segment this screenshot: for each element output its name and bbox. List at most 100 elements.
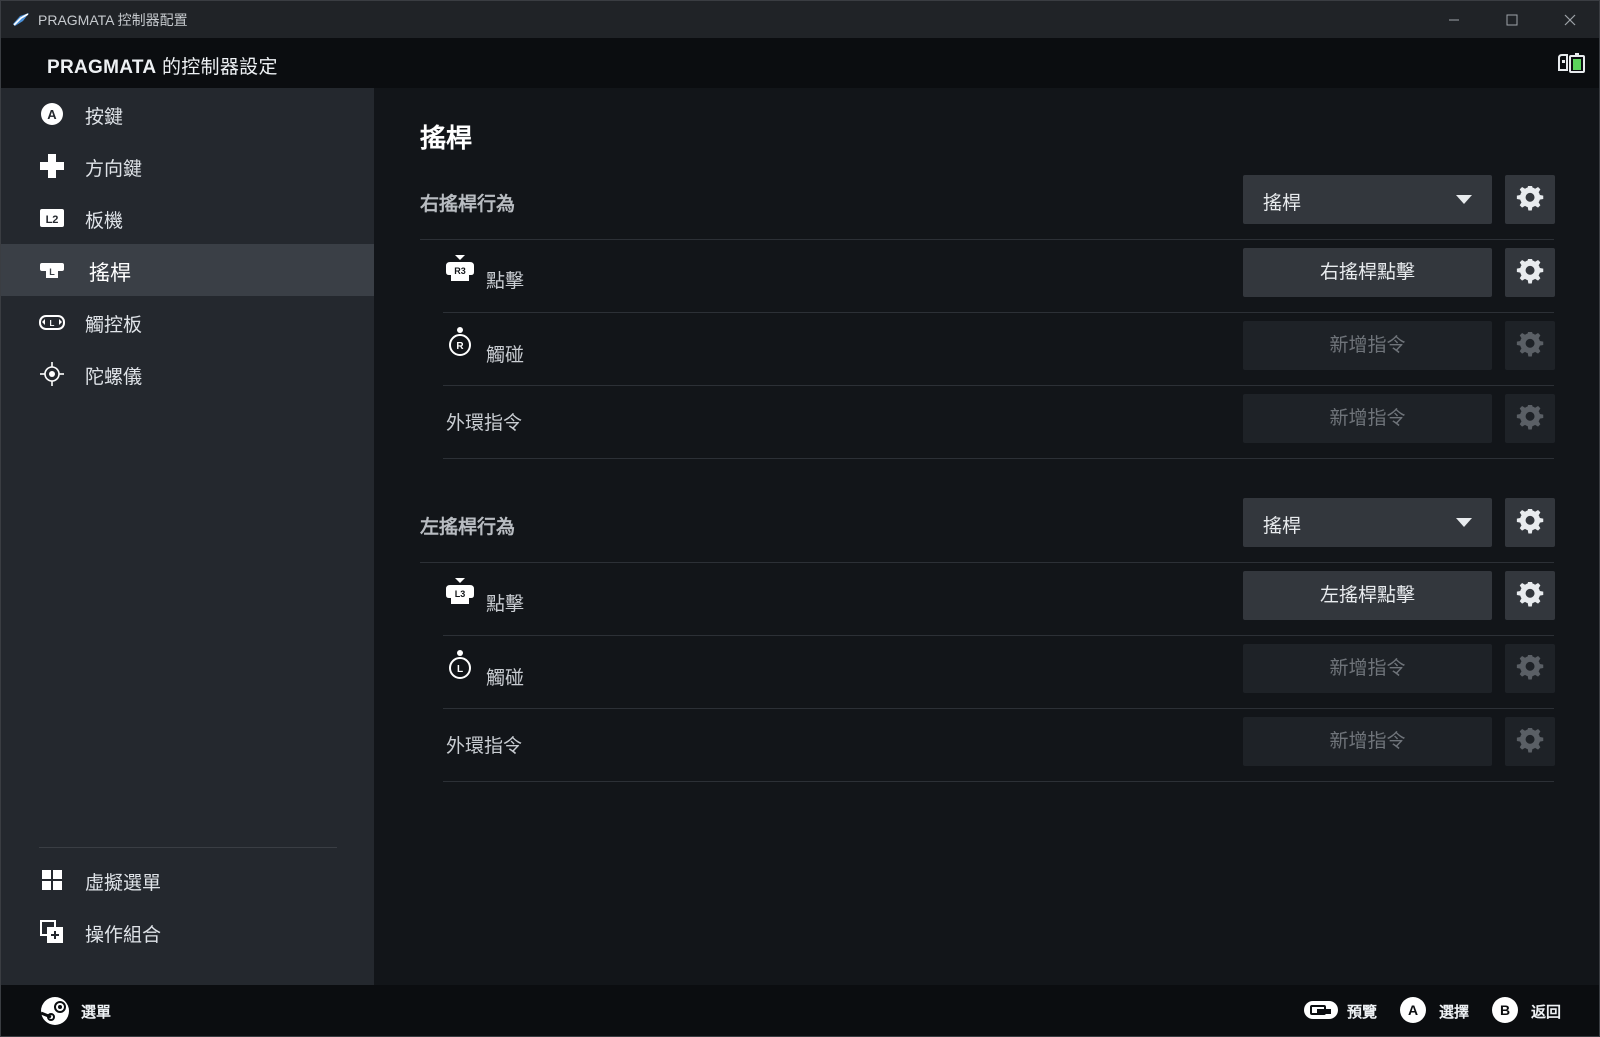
svg-text:L3: L3 xyxy=(455,589,466,599)
a-button-icon: A xyxy=(1400,997,1426,1023)
svg-text:R: R xyxy=(456,341,464,352)
left-stick-outer-ring-label: 外環指令 xyxy=(446,736,523,757)
svg-text:L: L xyxy=(50,319,55,328)
maximize-icon xyxy=(1506,14,1518,25)
section-title: 搖桿 xyxy=(420,123,473,153)
right-stick-click-label: 點擊 xyxy=(486,271,525,292)
steam-menu-icon[interactable] xyxy=(39,995,71,1027)
gyro-icon xyxy=(40,362,64,386)
sidebar-item-buttons[interactable]: A 按鍵 xyxy=(1,88,374,140)
virtual-menu-icon xyxy=(42,870,62,890)
app-window: PRAGMATA 控制器配置 PRAGMATA 的控制器設定 A 按鍵 方向鍵 … xyxy=(0,0,1600,1037)
preview-hint-label[interactable]: 預覽 xyxy=(1347,1001,1377,1022)
sidebar-item-label: 操作組合 xyxy=(85,925,162,946)
sidebar-item-trackpad[interactable]: L 觸控板 xyxy=(1,296,374,348)
dropdown-value: 搖桿 xyxy=(1263,516,1302,537)
minimize-button[interactable] xyxy=(1425,1,1483,38)
right-stick-outer-ring-add-command-button[interactable]: 新增指令 xyxy=(1243,394,1492,443)
sidebar-item-label: 虛擬選單 xyxy=(85,873,162,894)
right-stick-outer-ring-label: 外環指令 xyxy=(446,413,523,434)
right-stick-touch-add-command-button[interactable]: 新增指令 xyxy=(1243,321,1492,370)
sidebar-item-label: 方向鍵 xyxy=(85,159,143,180)
back-hint-label[interactable]: 返回 xyxy=(1531,1001,1561,1022)
minimize-icon xyxy=(1449,19,1459,20)
left-stick-outer-ring-add-command-button[interactable]: 新增指令 xyxy=(1243,717,1492,766)
left-stick-touch-icon: L xyxy=(449,650,471,679)
controller-battery-icon xyxy=(1558,53,1585,73)
gear-icon xyxy=(1516,331,1544,356)
left-stick-behavior-label: 左搖桿行為 xyxy=(420,517,516,538)
right-stick-behavior-dropdown[interactable]: 搖桿 xyxy=(1243,175,1492,224)
right-stick-behavior-label: 右搖桿行為 xyxy=(420,194,516,215)
left-stick-behavior-settings-button[interactable] xyxy=(1505,498,1555,547)
sidebar-item-label: 搖桿 xyxy=(89,262,131,285)
row-divider xyxy=(443,635,1554,636)
row-divider xyxy=(443,708,1554,709)
row-divider xyxy=(443,781,1554,782)
b-button-icon: B xyxy=(1492,997,1518,1023)
left-stick-click-settings-button[interactable] xyxy=(1505,571,1555,620)
left-stick-behavior-dropdown[interactable]: 搖桿 xyxy=(1243,498,1492,547)
gear-icon xyxy=(1516,581,1544,606)
gear-icon xyxy=(1516,258,1544,283)
chevron-down-icon xyxy=(1456,195,1472,204)
gear-icon xyxy=(1516,727,1544,752)
right-stick-touch-icon: R xyxy=(449,327,471,356)
svg-text:L2: L2 xyxy=(46,214,59,226)
sidebar-item-virtual-menus[interactable]: 虛擬選單 xyxy=(1,854,374,906)
sidebar-item-label: 按鍵 xyxy=(85,107,124,128)
row-divider xyxy=(420,562,1554,563)
svg-text:R3: R3 xyxy=(454,266,466,276)
close-icon xyxy=(1564,14,1576,25)
footer-bar: 選單 預覽 A 選擇 B 返回 xyxy=(1,985,1599,1036)
page-title-suffix: 的控制器設定 xyxy=(156,57,278,78)
row-divider xyxy=(420,239,1554,240)
svg-text:A: A xyxy=(1408,1002,1418,1018)
r3-click-icon: R3 xyxy=(446,255,474,281)
gear-icon xyxy=(1516,404,1544,429)
main-panel: 搖桿 右搖桿行為 搖桿 R3 點擊 右搖桿點擊 R 觸碰 新增指令 外環指令 新… xyxy=(374,88,1599,985)
l3-click-icon: L3 xyxy=(446,578,474,604)
steam-menu-label[interactable]: 選單 xyxy=(81,1001,111,1022)
left-stick-click-label: 點擊 xyxy=(486,594,525,615)
a-button-icon: A xyxy=(41,103,63,125)
left-stick-outer-ring-settings-button[interactable] xyxy=(1505,717,1555,766)
select-hint-label[interactable]: 選擇 xyxy=(1439,1001,1469,1022)
dropdown-value: 搖桿 xyxy=(1263,193,1302,214)
dpad-icon xyxy=(40,154,64,178)
right-stick-outer-ring-settings-button[interactable] xyxy=(1505,394,1555,443)
left-stick-touch-add-command-button[interactable]: 新增指令 xyxy=(1243,644,1492,693)
close-button[interactable] xyxy=(1541,1,1599,38)
steam-logo-icon xyxy=(13,13,29,26)
row-divider xyxy=(443,312,1554,313)
sidebar-item-label: 板機 xyxy=(85,211,124,232)
sidebar-item-action-sets[interactable]: 操作組合 xyxy=(1,906,374,958)
left-stick-click-command-button[interactable]: 左搖桿點擊 xyxy=(1243,571,1492,620)
right-stick-click-settings-button[interactable] xyxy=(1505,248,1555,297)
row-divider xyxy=(443,458,1554,459)
sidebar-item-dpad[interactable]: 方向鍵 xyxy=(1,140,374,192)
svg-text:A: A xyxy=(47,107,57,122)
view-button-icon xyxy=(1304,1001,1338,1019)
svg-text:L: L xyxy=(457,664,463,675)
chevron-down-icon xyxy=(1456,518,1472,527)
page-header: PRAGMATA 的控制器設定 xyxy=(1,38,1599,88)
action-set-icon xyxy=(40,920,63,943)
window-title: PRAGMATA 控制器配置 xyxy=(38,12,188,28)
maximize-button[interactable] xyxy=(1483,1,1541,38)
sidebar-item-gyro[interactable]: 陀螺儀 xyxy=(1,348,374,400)
left-stick-touch-label: 觸碰 xyxy=(486,668,525,689)
right-stick-behavior-settings-button[interactable] xyxy=(1505,175,1555,224)
game-name: PRAGMATA xyxy=(47,57,157,78)
trackpad-icon: L xyxy=(39,315,65,330)
sidebar-item-label: 陀螺儀 xyxy=(85,367,143,388)
svg-text:L: L xyxy=(49,267,55,277)
sidebar-item-triggers[interactable]: L2 板機 xyxy=(1,192,374,244)
sidebar-item-joysticks[interactable]: L 搖桿 xyxy=(1,244,374,296)
left-stick-touch-settings-button[interactable] xyxy=(1505,644,1555,693)
right-stick-click-command-button[interactable]: 右搖桿點擊 xyxy=(1243,248,1492,297)
gear-icon xyxy=(1516,185,1544,210)
gear-icon xyxy=(1516,508,1544,533)
right-stick-touch-settings-button[interactable] xyxy=(1505,321,1555,370)
page-title: PRAGMATA 的控制器設定 xyxy=(47,52,278,79)
